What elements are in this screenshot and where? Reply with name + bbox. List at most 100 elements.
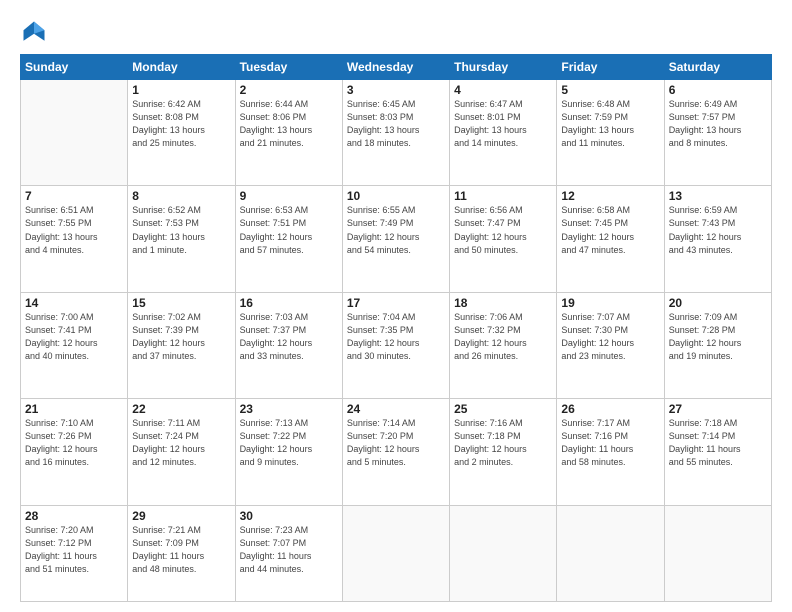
day-number: 11 (454, 189, 552, 203)
day-info: Sunrise: 6:44 AM Sunset: 8:06 PM Dayligh… (240, 98, 338, 150)
day-info: Sunrise: 6:49 AM Sunset: 7:57 PM Dayligh… (669, 98, 767, 150)
day-number: 16 (240, 296, 338, 310)
day-info: Sunrise: 7:06 AM Sunset: 7:32 PM Dayligh… (454, 311, 552, 363)
calendar-cell: 26Sunrise: 7:17 AM Sunset: 7:16 PM Dayli… (557, 399, 664, 505)
calendar-cell: 15Sunrise: 7:02 AM Sunset: 7:39 PM Dayli… (128, 292, 235, 398)
day-info: Sunrise: 6:47 AM Sunset: 8:01 PM Dayligh… (454, 98, 552, 150)
calendar-cell: 3Sunrise: 6:45 AM Sunset: 8:03 PM Daylig… (342, 80, 449, 186)
calendar-cell: 18Sunrise: 7:06 AM Sunset: 7:32 PM Dayli… (450, 292, 557, 398)
weekday-header-saturday: Saturday (664, 55, 771, 80)
day-number: 12 (561, 189, 659, 203)
calendar-week-row: 14Sunrise: 7:00 AM Sunset: 7:41 PM Dayli… (21, 292, 772, 398)
day-number: 26 (561, 402, 659, 416)
calendar-cell: 2Sunrise: 6:44 AM Sunset: 8:06 PM Daylig… (235, 80, 342, 186)
calendar-week-row: 21Sunrise: 7:10 AM Sunset: 7:26 PM Dayli… (21, 399, 772, 505)
weekday-header-tuesday: Tuesday (235, 55, 342, 80)
page: SundayMondayTuesdayWednesdayThursdayFrid… (0, 0, 792, 612)
calendar-cell: 22Sunrise: 7:11 AM Sunset: 7:24 PM Dayli… (128, 399, 235, 505)
day-number: 14 (25, 296, 123, 310)
calendar-cell: 14Sunrise: 7:00 AM Sunset: 7:41 PM Dayli… (21, 292, 128, 398)
day-info: Sunrise: 7:03 AM Sunset: 7:37 PM Dayligh… (240, 311, 338, 363)
calendar-cell: 28Sunrise: 7:20 AM Sunset: 7:12 PM Dayli… (21, 505, 128, 601)
weekday-header-wednesday: Wednesday (342, 55, 449, 80)
calendar-cell (450, 505, 557, 601)
day-info: Sunrise: 6:55 AM Sunset: 7:49 PM Dayligh… (347, 204, 445, 256)
day-info: Sunrise: 7:23 AM Sunset: 7:07 PM Dayligh… (240, 524, 338, 576)
calendar-table: SundayMondayTuesdayWednesdayThursdayFrid… (20, 54, 772, 602)
calendar-cell: 5Sunrise: 6:48 AM Sunset: 7:59 PM Daylig… (557, 80, 664, 186)
weekday-header-row: SundayMondayTuesdayWednesdayThursdayFrid… (21, 55, 772, 80)
calendar-cell: 7Sunrise: 6:51 AM Sunset: 7:55 PM Daylig… (21, 186, 128, 292)
calendar-cell: 13Sunrise: 6:59 AM Sunset: 7:43 PM Dayli… (664, 186, 771, 292)
day-number: 10 (347, 189, 445, 203)
day-number: 13 (669, 189, 767, 203)
calendar-cell: 20Sunrise: 7:09 AM Sunset: 7:28 PM Dayli… (664, 292, 771, 398)
calendar-cell: 8Sunrise: 6:52 AM Sunset: 7:53 PM Daylig… (128, 186, 235, 292)
calendar-cell: 6Sunrise: 6:49 AM Sunset: 7:57 PM Daylig… (664, 80, 771, 186)
day-number: 28 (25, 509, 123, 523)
day-info: Sunrise: 6:56 AM Sunset: 7:47 PM Dayligh… (454, 204, 552, 256)
weekday-header-monday: Monday (128, 55, 235, 80)
day-number: 20 (669, 296, 767, 310)
day-info: Sunrise: 7:04 AM Sunset: 7:35 PM Dayligh… (347, 311, 445, 363)
day-number: 29 (132, 509, 230, 523)
weekday-header-sunday: Sunday (21, 55, 128, 80)
day-number: 9 (240, 189, 338, 203)
day-info: Sunrise: 7:10 AM Sunset: 7:26 PM Dayligh… (25, 417, 123, 469)
calendar-week-row: 1Sunrise: 6:42 AM Sunset: 8:08 PM Daylig… (21, 80, 772, 186)
calendar-cell: 11Sunrise: 6:56 AM Sunset: 7:47 PM Dayli… (450, 186, 557, 292)
day-number: 17 (347, 296, 445, 310)
day-number: 25 (454, 402, 552, 416)
day-number: 8 (132, 189, 230, 203)
day-number: 1 (132, 83, 230, 97)
day-info: Sunrise: 7:13 AM Sunset: 7:22 PM Dayligh… (240, 417, 338, 469)
day-info: Sunrise: 7:14 AM Sunset: 7:20 PM Dayligh… (347, 417, 445, 469)
calendar-cell: 17Sunrise: 7:04 AM Sunset: 7:35 PM Dayli… (342, 292, 449, 398)
day-info: Sunrise: 7:20 AM Sunset: 7:12 PM Dayligh… (25, 524, 123, 576)
calendar-cell (664, 505, 771, 601)
weekday-header-friday: Friday (557, 55, 664, 80)
calendar-cell: 19Sunrise: 7:07 AM Sunset: 7:30 PM Dayli… (557, 292, 664, 398)
day-info: Sunrise: 6:42 AM Sunset: 8:08 PM Dayligh… (132, 98, 230, 150)
day-info: Sunrise: 6:45 AM Sunset: 8:03 PM Dayligh… (347, 98, 445, 150)
day-number: 27 (669, 402, 767, 416)
calendar-cell: 25Sunrise: 7:16 AM Sunset: 7:18 PM Dayli… (450, 399, 557, 505)
day-info: Sunrise: 7:21 AM Sunset: 7:09 PM Dayligh… (132, 524, 230, 576)
calendar-cell: 29Sunrise: 7:21 AM Sunset: 7:09 PM Dayli… (128, 505, 235, 601)
day-info: Sunrise: 7:07 AM Sunset: 7:30 PM Dayligh… (561, 311, 659, 363)
day-info: Sunrise: 7:00 AM Sunset: 7:41 PM Dayligh… (25, 311, 123, 363)
weekday-header-thursday: Thursday (450, 55, 557, 80)
logo (20, 18, 52, 46)
calendar-cell: 4Sunrise: 6:47 AM Sunset: 8:01 PM Daylig… (450, 80, 557, 186)
day-info: Sunrise: 6:48 AM Sunset: 7:59 PM Dayligh… (561, 98, 659, 150)
day-number: 15 (132, 296, 230, 310)
header (20, 18, 772, 46)
day-number: 18 (454, 296, 552, 310)
day-info: Sunrise: 7:16 AM Sunset: 7:18 PM Dayligh… (454, 417, 552, 469)
day-info: Sunrise: 6:59 AM Sunset: 7:43 PM Dayligh… (669, 204, 767, 256)
calendar-cell (342, 505, 449, 601)
day-info: Sunrise: 7:11 AM Sunset: 7:24 PM Dayligh… (132, 417, 230, 469)
day-number: 22 (132, 402, 230, 416)
calendar-cell: 16Sunrise: 7:03 AM Sunset: 7:37 PM Dayli… (235, 292, 342, 398)
logo-icon (20, 18, 48, 46)
day-info: Sunrise: 7:18 AM Sunset: 7:14 PM Dayligh… (669, 417, 767, 469)
day-number: 3 (347, 83, 445, 97)
day-number: 6 (669, 83, 767, 97)
calendar-cell (21, 80, 128, 186)
day-number: 19 (561, 296, 659, 310)
day-number: 24 (347, 402, 445, 416)
day-number: 21 (25, 402, 123, 416)
calendar-cell: 1Sunrise: 6:42 AM Sunset: 8:08 PM Daylig… (128, 80, 235, 186)
calendar-cell: 10Sunrise: 6:55 AM Sunset: 7:49 PM Dayli… (342, 186, 449, 292)
day-info: Sunrise: 7:09 AM Sunset: 7:28 PM Dayligh… (669, 311, 767, 363)
day-number: 7 (25, 189, 123, 203)
day-info: Sunrise: 7:17 AM Sunset: 7:16 PM Dayligh… (561, 417, 659, 469)
calendar-cell: 24Sunrise: 7:14 AM Sunset: 7:20 PM Dayli… (342, 399, 449, 505)
calendar-cell: 23Sunrise: 7:13 AM Sunset: 7:22 PM Dayli… (235, 399, 342, 505)
day-number: 5 (561, 83, 659, 97)
day-info: Sunrise: 7:02 AM Sunset: 7:39 PM Dayligh… (132, 311, 230, 363)
day-info: Sunrise: 6:51 AM Sunset: 7:55 PM Dayligh… (25, 204, 123, 256)
calendar-cell: 21Sunrise: 7:10 AM Sunset: 7:26 PM Dayli… (21, 399, 128, 505)
calendar-week-row: 28Sunrise: 7:20 AM Sunset: 7:12 PM Dayli… (21, 505, 772, 601)
